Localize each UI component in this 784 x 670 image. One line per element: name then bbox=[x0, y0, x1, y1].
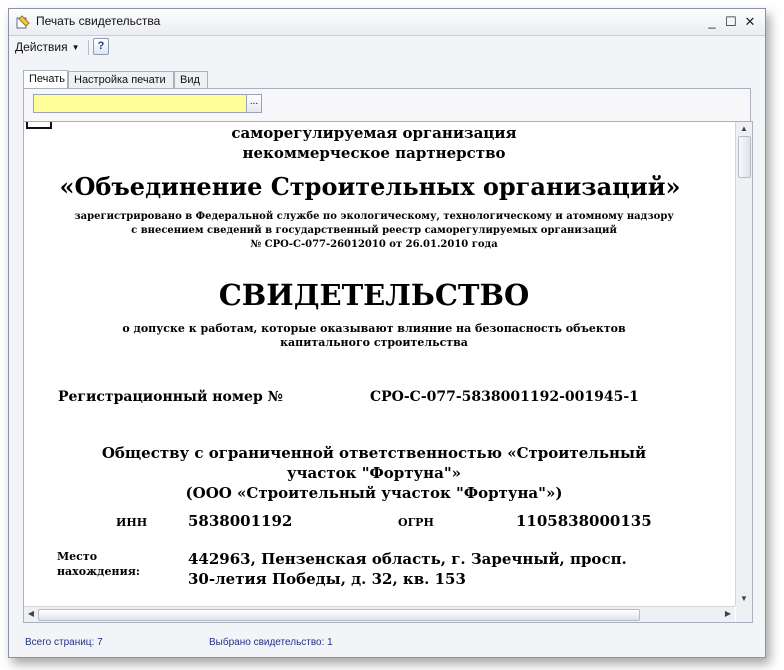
doc-company-line-3: (ООО «Строительный участок "Фортуна"») bbox=[185, 484, 563, 502]
close-button[interactable]: ✕ bbox=[742, 14, 758, 30]
minimize-button[interactable]: _ bbox=[704, 14, 720, 30]
help-button[interactable]: ? bbox=[93, 38, 109, 55]
scroll-down-icon[interactable]: ▼ bbox=[738, 593, 750, 605]
doc-regnum-label: Регистрационный номер № bbox=[58, 389, 283, 405]
status-pages: Всего страниц: 7 bbox=[25, 637, 103, 648]
scroll-left-icon[interactable]: ◀ bbox=[25, 608, 37, 620]
tab-panel: ... bbox=[23, 88, 751, 124]
tab-print-settings[interactable]: Настройка печати bbox=[68, 71, 174, 88]
doc-inn-label: ИНН bbox=[116, 516, 148, 529]
doc-address-label-1: Место bbox=[57, 550, 98, 563]
doc-inn-value: 5838001192 bbox=[188, 512, 293, 530]
print-certificate-window: Печать свидетельства _ ☐ ✕ Действия ▼ ? П… bbox=[8, 8, 766, 658]
scroll-corner bbox=[736, 606, 752, 622]
doc-line-np: некоммерческое партнерство bbox=[242, 144, 506, 162]
doc-ogrn-value: 1105838000135 bbox=[516, 512, 652, 530]
horizontal-scrollbar[interactable]: ◀ ▶ bbox=[24, 606, 735, 622]
doc-address-line-2: 30-летия Победы, д. 32, кв. 153 bbox=[188, 570, 466, 588]
window-title: Печать свидетельства bbox=[36, 14, 161, 28]
doc-reg-line-2: с внесением сведений в государственный р… bbox=[131, 225, 617, 236]
status-selected: Выбрано свидетельство: 1 bbox=[209, 637, 333, 648]
document-preview: саморегулируемая организация некоммерчес… bbox=[23, 121, 753, 623]
doc-regnum-value: СРО-С-077-5838001192-001945-1 bbox=[370, 389, 639, 405]
doc-sub-line-1: о допуске к работам, которые оказывают в… bbox=[122, 322, 626, 335]
selection-field[interactable] bbox=[33, 94, 247, 113]
doc-company-line-2: участок "Фортуна"» bbox=[286, 464, 462, 482]
vertical-scroll-thumb[interactable] bbox=[738, 136, 751, 178]
doc-ogrn-label: ОГРН bbox=[398, 516, 434, 529]
vertical-scrollbar[interactable]: ▲ ▼ bbox=[735, 122, 752, 606]
tab-view[interactable]: Вид bbox=[174, 71, 208, 88]
scroll-right-icon[interactable]: ▶ bbox=[722, 608, 734, 620]
toolbar: Действия ▼ ? bbox=[9, 36, 765, 58]
title-bar: Печать свидетельства _ ☐ ✕ bbox=[9, 9, 765, 36]
actions-menu[interactable]: Действия ▼ bbox=[15, 40, 80, 54]
horizontal-scroll-thumb[interactable] bbox=[38, 609, 640, 621]
tab-print[interactable]: Печать bbox=[23, 70, 68, 89]
dropdown-caret-icon: ▼ bbox=[71, 43, 80, 52]
doc-address-line-1: 442963, Пензенская область, г. Заречный,… bbox=[188, 550, 627, 568]
doc-reg-line-3: № СРО-С-077-26012010 от 26.01.2010 года bbox=[250, 239, 498, 250]
app-icon bbox=[16, 15, 30, 29]
doc-company-line-1: Обществу с ограниченной ответственностью… bbox=[101, 444, 647, 462]
doc-line-sro: саморегулируемая организация bbox=[231, 124, 517, 142]
doc-heading: СВИДЕТЕЛЬСТВО bbox=[218, 278, 530, 312]
selection-field-button[interactable]: ... bbox=[246, 94, 262, 113]
doc-org-name: «Объединение Строительных организаций» bbox=[59, 172, 681, 201]
doc-reg-line-1: зарегистрировано в Федеральной службе по… bbox=[74, 211, 674, 222]
actions-label: Действия bbox=[15, 40, 68, 54]
doc-sub-line-2: капитального строительства bbox=[280, 336, 468, 349]
toolbar-separator bbox=[88, 40, 89, 55]
doc-address-label-2: нахождения: bbox=[57, 565, 140, 578]
scroll-up-icon[interactable]: ▲ bbox=[738, 123, 750, 135]
maximize-button[interactable]: ☐ bbox=[723, 14, 739, 30]
